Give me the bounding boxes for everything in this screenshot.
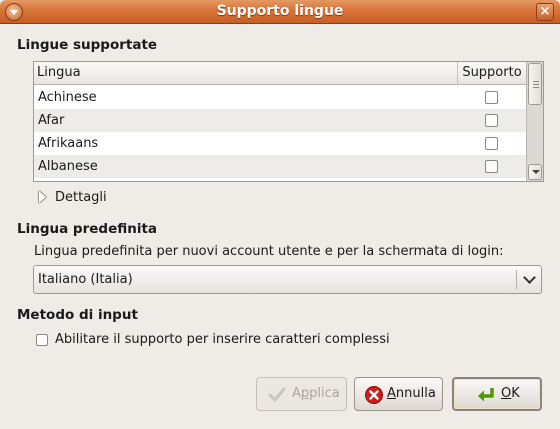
support-checkbox[interactable]	[485, 91, 498, 104]
table-row[interactable]: Afrikaans	[34, 132, 526, 155]
column-header-language[interactable]: Lingua	[34, 62, 457, 85]
combo-separator	[516, 270, 517, 289]
supported-languages-heading: Lingue supportate	[17, 37, 158, 53]
table-row[interactable]: Achinese	[34, 86, 526, 109]
window-title: Supporto lingue	[216, 3, 344, 19]
support-checkbox[interactable]	[485, 137, 498, 150]
scrollbar-thumb[interactable]	[528, 63, 542, 105]
table-header: Lingua Supporto	[34, 62, 526, 85]
check-icon	[268, 387, 286, 402]
cancel-icon	[365, 386, 383, 404]
language-name: Achinese	[38, 90, 97, 105]
default-language-heading: Lingua predefinita	[17, 221, 158, 237]
complex-input-label[interactable]: Abilitare il supporto per inserire carat…	[55, 332, 390, 347]
scroll-down-arrow-icon[interactable]	[528, 164, 542, 180]
language-name: Afrikaans	[38, 136, 99, 151]
languages-table[interactable]: Lingua Supporto Achinese Afar Afrikaans …	[33, 61, 544, 182]
default-language-description: Lingua predefinita per nuovi account ute…	[34, 244, 504, 259]
column-header-support[interactable]: Supporto	[457, 62, 526, 85]
default-language-combo[interactable]: Italiano (Italia)	[33, 265, 542, 294]
complex-input-checkbox[interactable]	[36, 334, 48, 346]
table-row[interactable]: Afar	[34, 109, 526, 132]
language-name: Albanese	[38, 159, 98, 174]
apply-button[interactable]: Applica	[256, 377, 347, 411]
expander-arrow-icon	[39, 191, 46, 203]
ok-button[interactable]: OK	[452, 377, 542, 411]
table-row[interactable]: Albanese	[34, 155, 526, 178]
cancel-button[interactable]: Annulla	[354, 377, 443, 411]
apply-label: Applica	[292, 386, 340, 401]
combo-selected-value: Italiano (Italia)	[38, 272, 133, 287]
ok-label: OK	[501, 386, 520, 401]
details-label: Dettagli	[55, 190, 107, 205]
cancel-label: Annulla	[387, 386, 436, 401]
language-name: Afar	[38, 113, 65, 128]
title-bar: Supporto lingue ×	[0, 0, 560, 24]
enter-arrow-icon	[478, 388, 494, 402]
support-checkbox[interactable]	[485, 160, 498, 173]
input-method-heading: Metodo di input	[17, 307, 138, 323]
chevron-down-icon	[523, 271, 536, 284]
vertical-scrollbar[interactable]	[526, 62, 543, 181]
close-icon[interactable]: ×	[536, 3, 554, 21]
support-checkbox[interactable]	[485, 114, 498, 127]
